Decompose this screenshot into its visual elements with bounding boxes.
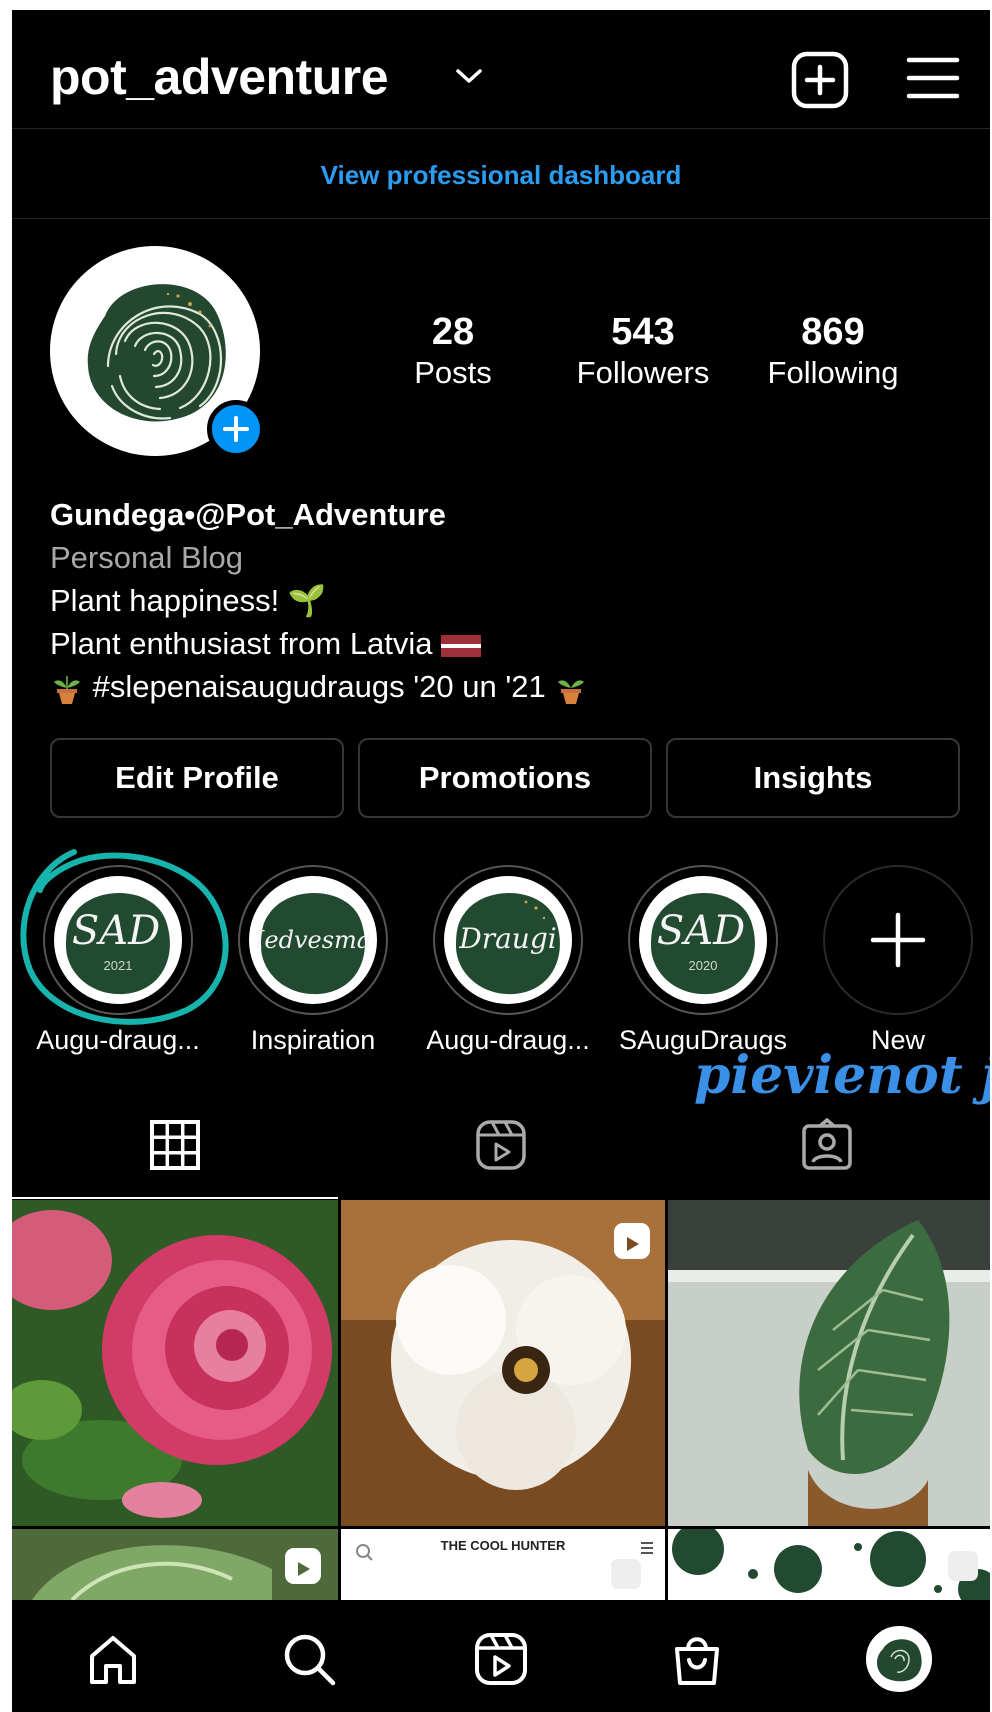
reel-badge-icon	[614, 1223, 650, 1259]
svg-text:Draugi: Draugi	[458, 922, 556, 955]
story-highlight[interactable]: Iedvesma	[238, 865, 388, 1015]
plus-icon	[223, 416, 249, 442]
svg-text:THE COOL HUNTER: THE COOL HUNTER	[441, 1538, 566, 1553]
profile-bio: Gundega•@Pot_Adventure Personal Blog Pla…	[50, 493, 950, 708]
account-username[interactable]: pot_adventure	[50, 48, 389, 106]
svg-text:SAD: SAD	[72, 908, 160, 954]
following-count: 869	[801, 311, 865, 353]
reels-icon[interactable]	[472, 1630, 530, 1688]
active-tab-indicator	[12, 1197, 338, 1199]
post-thumbnail[interactable]	[668, 1529, 990, 1600]
new-highlight-button[interactable]	[823, 865, 973, 1015]
followers-stat[interactable]: 543 Followers	[558, 310, 728, 392]
bio-hashtag-line[interactable]: #slepenaisaugudraugs '20 un '21	[50, 665, 950, 708]
svg-text:2020: 2020	[689, 958, 718, 973]
highlight-label: Augu-draug...	[36, 1025, 200, 1055]
home-icon[interactable]	[84, 1630, 142, 1688]
create-post-icon[interactable]	[790, 50, 850, 110]
plus-icon	[870, 912, 926, 968]
profile-avatar[interactable]	[866, 1626, 932, 1692]
bio-line: Plant enthusiast from Latvia	[50, 622, 950, 665]
bottom-navigation	[12, 1600, 990, 1712]
insights-button[interactable]: Insights	[666, 738, 960, 818]
highlight-cover: SAD 2021	[54, 876, 182, 1004]
svg-text:2021: 2021	[104, 958, 133, 973]
top-bar: pot_adventure	[12, 10, 990, 128]
reel-thumbnail[interactable]	[341, 1200, 665, 1526]
svg-text:Iedvesma: Iedvesma	[254, 926, 371, 954]
following-stat[interactable]: 869 Following	[748, 310, 918, 392]
fingerprint-logo-icon	[877, 1639, 922, 1682]
followers-count: 543	[611, 311, 675, 353]
svg-text:SAD: SAD	[657, 908, 745, 954]
followers-label: Followers	[576, 355, 710, 390]
bio-line: Plant happiness! 🌱	[50, 583, 327, 618]
story-highlight[interactable]: SAD 2020	[628, 865, 778, 1015]
grid-icon[interactable]	[148, 1118, 202, 1172]
alocasia-leaf-photo	[668, 1200, 990, 1526]
chevron-down-icon[interactable]	[454, 66, 484, 86]
add-story-button[interactable]	[207, 400, 265, 458]
story-highlight[interactable]: SAD 2021	[43, 865, 193, 1015]
reels-icon[interactable]	[474, 1118, 528, 1172]
posts-stat[interactable]: 28 Posts	[368, 310, 538, 392]
highlight-cover: SAD 2020	[639, 876, 767, 1004]
profile-category: Personal Blog	[50, 540, 244, 575]
post-thumbnail[interactable]	[12, 1200, 338, 1526]
instagram-profile-screen: pot_adventure View professional dashboar…	[12, 10, 990, 1712]
tagged-icon[interactable]	[800, 1118, 854, 1172]
promotions-button[interactable]: Promotions	[358, 738, 652, 818]
following-label: Following	[767, 355, 899, 390]
menu-icon[interactable]	[905, 54, 961, 102]
professional-dashboard-link[interactable]: View professional dashboard	[12, 160, 990, 191]
display-name: Gundega•@Pot_Adventure	[50, 497, 446, 532]
handwritten-note: pievienot ja	[694, 1045, 990, 1106]
highlight-cover: Iedvesma	[249, 876, 377, 1004]
highlight-label: Inspiration	[250, 1025, 376, 1055]
highlight-label: Augu-draug...	[426, 1025, 590, 1055]
shop-icon[interactable]	[668, 1630, 726, 1688]
posts-count: 28	[431, 311, 475, 353]
pink-rose-photo	[12, 1200, 338, 1526]
story-highlight[interactable]: Draugi	[433, 865, 583, 1015]
post-thumbnail[interactable]: THE COOL HUNTER	[341, 1529, 665, 1600]
potted-plant-icon	[558, 680, 585, 704]
post-thumbnail[interactable]	[668, 1200, 990, 1526]
potted-plant-icon	[54, 675, 80, 704]
edit-profile-button[interactable]: Edit Profile	[50, 738, 344, 818]
search-icon[interactable]	[280, 1630, 338, 1688]
divider	[12, 128, 990, 129]
green-dots-graphic	[668, 1529, 990, 1600]
divider	[12, 218, 990, 219]
reel-badge-icon	[285, 1548, 321, 1584]
reel-thumbnail[interactable]	[12, 1529, 338, 1600]
highlight-cover: Draugi	[444, 876, 572, 1004]
website-screenshot: THE COOL HUNTER	[341, 1529, 665, 1600]
latvia-flag-icon	[440, 634, 481, 657]
posts-label: Posts	[414, 355, 492, 390]
